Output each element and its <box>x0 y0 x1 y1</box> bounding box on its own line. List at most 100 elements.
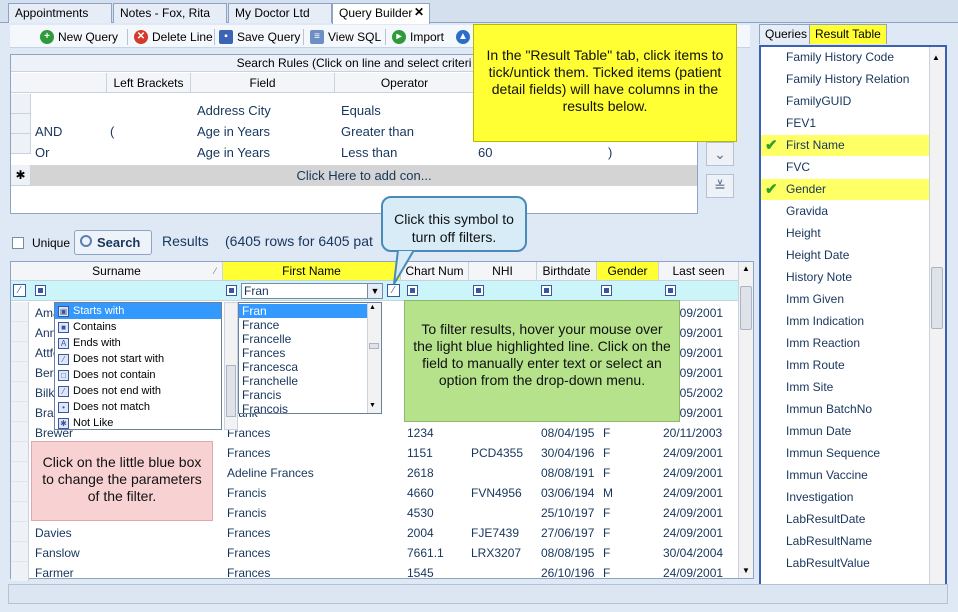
column-header-operator[interactable]: Operator <box>335 73 475 93</box>
result-field-item[interactable]: Imm Given <box>761 289 929 310</box>
field-list-scrollbar[interactable]: ▲ ▼ <box>929 47 945 599</box>
scroll-thumb[interactable] <box>226 365 236 417</box>
header-birthdate[interactable]: Birthdate <box>537 262 597 281</box>
filter-operator-box[interactable] <box>407 285 418 296</box>
result-field-item[interactable]: Imm Indication <box>761 311 929 332</box>
dropdown-option[interactable]: France <box>239 318 367 332</box>
tab-notes[interactable]: Notes - Fox, Rita <box>113 3 227 23</box>
header-first-name[interactable]: First Name <box>223 262 401 281</box>
search-button[interactable]: Search <box>74 230 152 255</box>
scroll-thumb[interactable] <box>369 343 379 349</box>
dropdown-option[interactable]: Francesca <box>239 360 367 374</box>
scroll-down-icon[interactable]: ▼ <box>740 566 752 576</box>
dropdown-option[interactable]: Francois <box>239 402 367 416</box>
row-selector[interactable] <box>11 422 29 442</box>
delete-line-button[interactable]: ✕ Delete Line <box>134 28 213 46</box>
filter-operator-item[interactable]: □ Does not contain <box>55 367 221 383</box>
upload-button[interactable]: ▲ <box>456 28 470 46</box>
tab-query-builder[interactable]: Query Builder ✕ <box>332 3 430 24</box>
result-field-item[interactable]: Immun Vaccine <box>761 465 929 486</box>
row-selector[interactable] <box>11 522 29 542</box>
filter-operator-item[interactable]: ■ Contains <box>55 319 221 335</box>
column-header-field[interactable]: Field <box>191 73 335 93</box>
result-field-item[interactable]: ✔ Gender <box>761 179 929 200</box>
operator-menu-scrollbar[interactable] <box>224 302 238 430</box>
dropdown-option[interactable]: Fran <box>239 304 367 318</box>
filter-operator-item[interactable]: ✱ Not Like <box>55 415 221 431</box>
filter-row[interactable]: ⁄ Fran ▼ ⁄ <box>11 281 739 301</box>
result-field-item[interactable]: Family History Code <box>761 47 929 68</box>
new-query-button[interactable]: + New Query <box>40 28 118 46</box>
result-field-item[interactable]: FVC <box>761 157 929 178</box>
result-field-item[interactable]: Height <box>761 223 929 244</box>
result-field-item[interactable]: Height Date <box>761 245 929 266</box>
result-field-item[interactable]: Immun Date <box>761 421 929 442</box>
result-field-item[interactable]: LabResultName <box>761 531 929 552</box>
row-selector[interactable] <box>11 114 31 134</box>
row-selector[interactable] <box>11 94 31 114</box>
row-selector[interactable] <box>11 562 29 582</box>
filter-operator-box[interactable] <box>473 285 484 296</box>
row-selector[interactable] <box>11 402 29 422</box>
scroll-up-icon[interactable]: ▲ <box>932 53 940 62</box>
result-field-item[interactable]: LabResultDate <box>761 509 929 530</box>
close-icon[interactable]: ✕ <box>414 5 424 19</box>
result-field-item[interactable]: Imm Reaction <box>761 333 929 354</box>
filter-operator-box[interactable] <box>35 285 46 296</box>
move-bottom-button[interactable]: ≚ <box>706 174 734 198</box>
filter-operator-box[interactable] <box>665 285 676 296</box>
view-sql-button[interactable]: ≡ View SQL <box>310 28 381 46</box>
dropdown-option[interactable]: Franchelle <box>239 374 367 388</box>
add-condition-row[interactable]: Click Here to add con... <box>31 165 697 186</box>
row-selector[interactable] <box>11 542 29 562</box>
result-field-item[interactable]: FamilyGUID <box>761 91 929 112</box>
move-down-button[interactable]: ⌄ <box>706 142 734 166</box>
save-query-button[interactable]: ▪ Save Query <box>219 28 300 46</box>
result-field-item[interactable]: ✔ First Name <box>761 135 929 156</box>
filter-operator-item[interactable]: A Ends with <box>55 335 221 351</box>
result-field-item[interactable]: LabResultValue <box>761 553 929 574</box>
filter-operator-box[interactable] <box>601 285 612 296</box>
result-field-item[interactable]: FEV1 <box>761 113 929 134</box>
results-scrollbar[interactable]: ▲ ▼ <box>738 262 753 578</box>
row-selector[interactable] <box>11 482 29 502</box>
row-selector[interactable] <box>11 134 31 154</box>
tab-queries[interactable]: Queries <box>759 24 814 44</box>
dropdown-option[interactable]: Francelle <box>239 332 367 346</box>
scroll-thumb[interactable] <box>740 286 752 330</box>
header-gender[interactable]: Gender <box>597 262 659 281</box>
result-field-item[interactable]: Immun BatchNo <box>761 399 929 420</box>
scroll-up-icon[interactable]: ▲ <box>369 304 376 311</box>
column-header-left-brackets[interactable]: Left Brackets <box>107 73 191 93</box>
filter-operator-box[interactable] <box>226 285 237 296</box>
import-button[interactable]: ▸ Import <box>392 28 444 46</box>
chevron-down-icon[interactable]: ▼ <box>367 283 383 299</box>
first-name-filter-input[interactable]: Fran <box>241 283 383 299</box>
tab-result-table[interactable]: Result Table <box>809 24 887 44</box>
filter-operator-box[interactable] <box>541 285 552 296</box>
result-field-item[interactable]: Imm Route <box>761 355 929 376</box>
header-last-seen[interactable]: Last seen <box>659 262 739 281</box>
row-selector[interactable] <box>11 382 29 402</box>
tab-my-doctor[interactable]: My Doctor Ltd <box>228 3 332 23</box>
row-selector[interactable] <box>11 442 29 462</box>
row-selector[interactable] <box>11 302 29 322</box>
header-nhi[interactable]: NHI <box>469 262 537 281</box>
filter-operator-item[interactable]: ▣ Starts with <box>55 303 221 319</box>
header-surname[interactable]: Surname ⁄ <box>11 262 223 281</box>
result-field-item[interactable]: Imm Site <box>761 377 929 398</box>
result-field-item[interactable]: History Note <box>761 267 929 288</box>
dropdown-option[interactable]: Francis <box>239 388 367 402</box>
row-selector[interactable] <box>11 502 29 522</box>
tab-appointments[interactable]: Appointments <box>8 3 112 23</box>
row-selector[interactable] <box>11 322 29 342</box>
filter-operator-item[interactable]: • Does not match <box>55 399 221 415</box>
result-field-item[interactable]: Investigation <box>761 487 929 508</box>
dropdown-option[interactable]: Frances <box>239 346 367 360</box>
result-field-item[interactable]: Immun Sequence <box>761 443 929 464</box>
scroll-up-icon[interactable]: ▲ <box>740 264 752 274</box>
row-selector[interactable] <box>11 462 29 482</box>
scroll-down-icon[interactable]: ▼ <box>369 402 376 409</box>
scroll-thumb[interactable] <box>931 267 943 329</box>
filter-operator-item[interactable]: ⁄ Does not end with <box>55 383 221 399</box>
